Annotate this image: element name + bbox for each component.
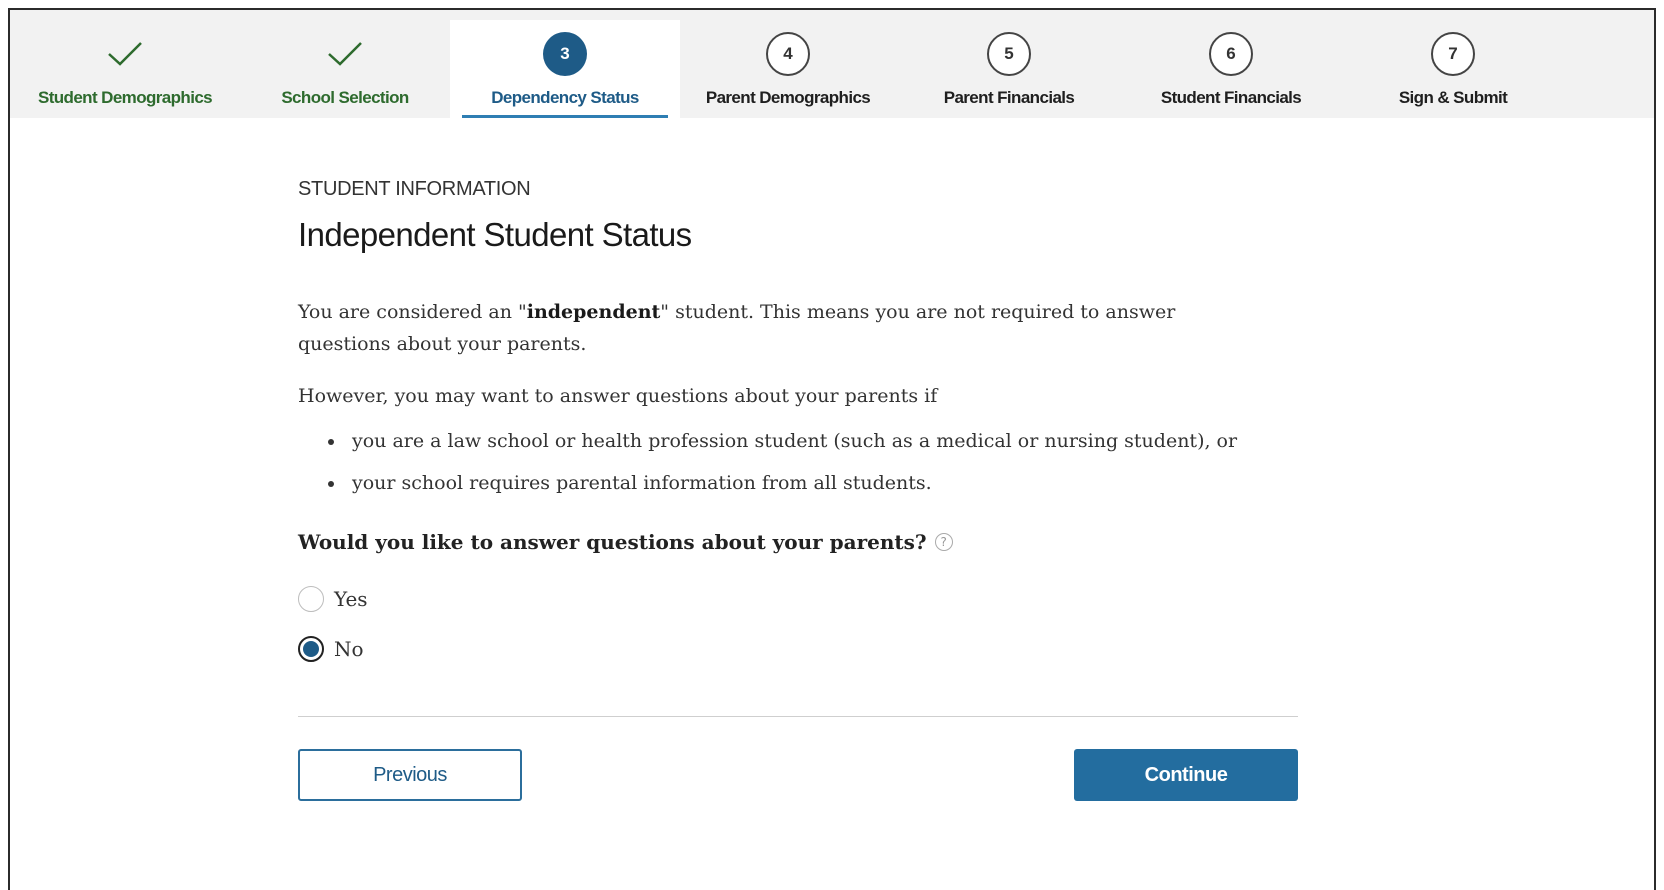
step-number-badge: 3 <box>543 32 587 76</box>
question-text: Would you like to answer questions about… <box>298 530 927 554</box>
section-label: STUDENT INFORMATION <box>298 178 531 200</box>
step-label: Sign & Submit <box>1398 88 1508 107</box>
no-label[interactable]: No <box>334 637 364 661</box>
optional-intro-text: However, you may want to answer question… <box>298 385 938 407</box>
step-student-financials[interactable]: 6 Student Financials <box>1116 10 1346 118</box>
independent-emphasis: independent <box>526 301 661 323</box>
step-number-badge: 7 <box>1431 32 1475 76</box>
list-item-text: you are a law school or health professio… <box>352 430 1238 452</box>
parents-question: Would you like to answer questions about… <box>298 530 953 554</box>
step-parent-financials[interactable]: 5 Parent Financials <box>894 10 1124 118</box>
step-number-badge: 6 <box>1209 32 1253 76</box>
text-before: You are considered an " <box>298 301 527 323</box>
step-label: Student Financials <box>1160 88 1302 107</box>
list-item: your school requires parental informatio… <box>298 462 1237 504</box>
check-icon <box>323 32 367 76</box>
step-school-selection[interactable]: School Selection <box>230 10 460 118</box>
step-label: Student Demographics <box>37 88 213 107</box>
step-sign-submit[interactable]: 7 Sign & Submit <box>1338 10 1568 118</box>
app-frame: Student Demographics School Selection 3 … <box>8 8 1656 890</box>
bullet-dot <box>328 481 334 487</box>
yes-label[interactable]: Yes <box>334 587 368 611</box>
yes-radio[interactable] <box>298 586 324 612</box>
active-step-indicator <box>462 115 668 118</box>
question-mark-icon[interactable]: ? <box>934 533 953 551</box>
option-no[interactable]: No <box>298 636 364 662</box>
progress-steps: Student Demographics School Selection 3 … <box>10 10 1654 118</box>
page-title: Independent Student Status <box>298 216 692 253</box>
conditions-list: you are a law school or health professio… <box>298 420 1237 504</box>
step-label: Parent Financials <box>943 88 1075 107</box>
step-parent-demographics[interactable]: 4 Parent Demographics <box>673 10 903 118</box>
bullet-dot <box>328 439 334 445</box>
step-dependency-status[interactable]: 3 Dependency Status <box>450 20 680 118</box>
previous-button[interactable]: Previous <box>298 749 522 801</box>
no-radio[interactable] <box>298 636 324 662</box>
continue-button[interactable]: Continue <box>1074 749 1298 801</box>
divider <box>298 716 1298 717</box>
check-icon <box>103 32 147 76</box>
list-item: you are a law school or health professio… <box>298 420 1237 462</box>
step-number-badge: 5 <box>987 32 1031 76</box>
option-yes[interactable]: Yes <box>298 586 368 612</box>
step-label: Dependency Status <box>491 88 639 107</box>
list-item-text: your school requires parental informatio… <box>352 472 932 494</box>
step-label: School Selection <box>281 88 409 107</box>
step-label: Parent Demographics <box>705 88 871 107</box>
independent-status-text: You are considered an "independent" stud… <box>298 296 1258 360</box>
step-student-demographics[interactable]: Student Demographics <box>10 10 240 118</box>
step-number-badge: 4 <box>766 32 810 76</box>
